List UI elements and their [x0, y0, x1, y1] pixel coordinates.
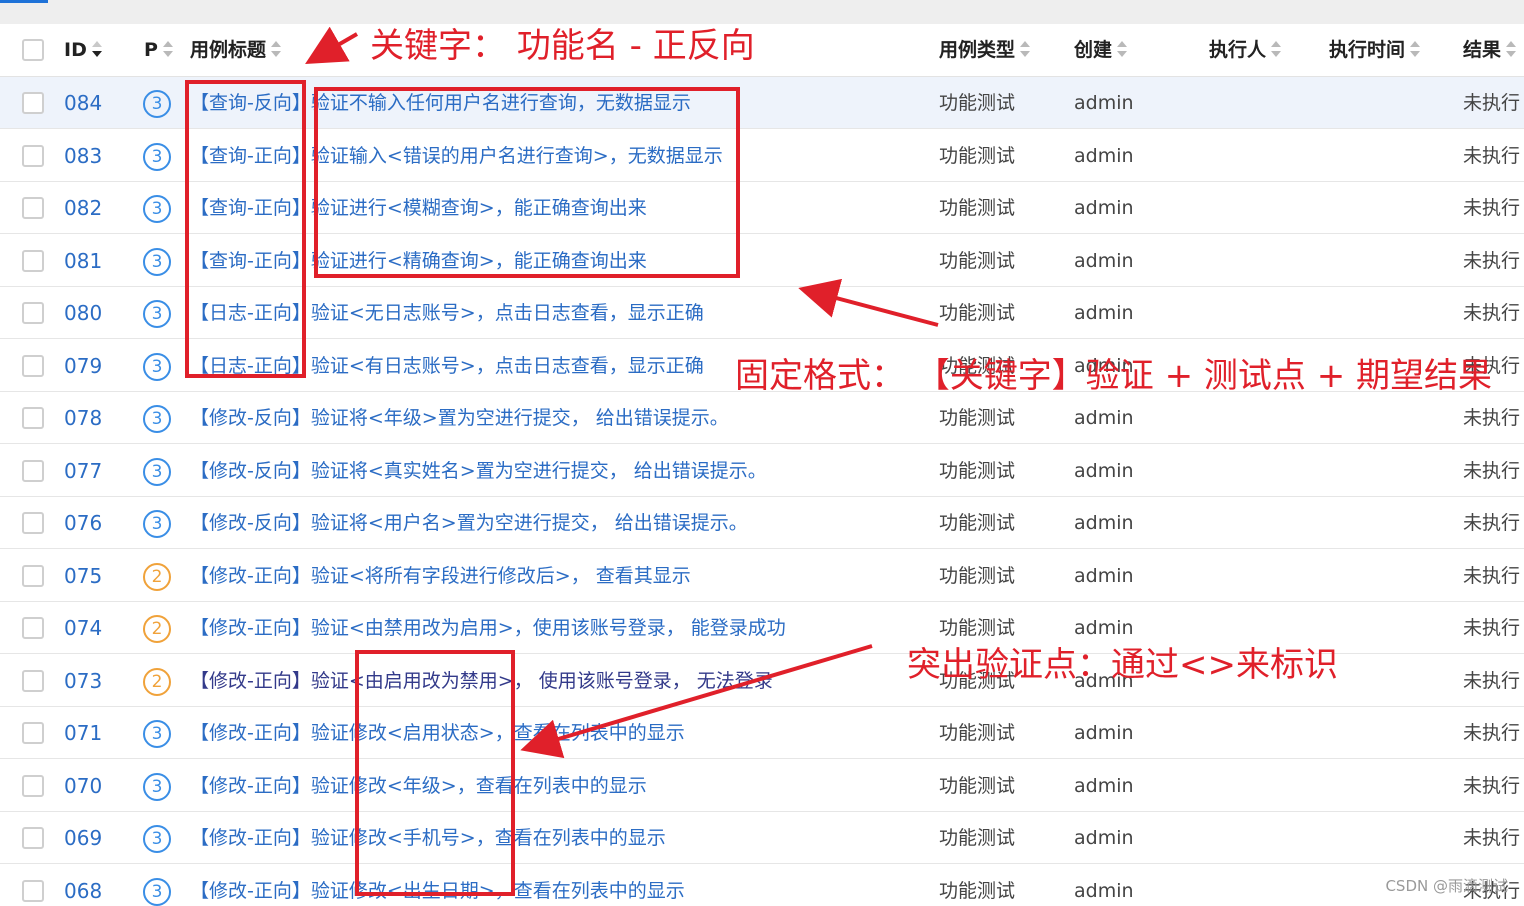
format-arrow — [798, 278, 939, 327]
annotation-highlight: 突出验证点：通过<>来标识 — [907, 645, 1338, 685]
annotation-keyword: 关键字： 功能名 - 正反向 — [370, 26, 755, 66]
test-case-page: ID P 用例标题 用例类型 创建 执行人 执行时间 结果 084 3 【查询-反向… — [0, 0, 1524, 906]
watermark: CSDN @雨滴测试 — [1385, 877, 1508, 895]
keyword-arrow — [305, 26, 359, 65]
annotation-format: 固定格式： 【关键字】验证 + 测试点 + 期望结果 — [735, 356, 1493, 396]
annotation-arrows — [305, 26, 939, 759]
highlight-arrow — [520, 644, 873, 759]
